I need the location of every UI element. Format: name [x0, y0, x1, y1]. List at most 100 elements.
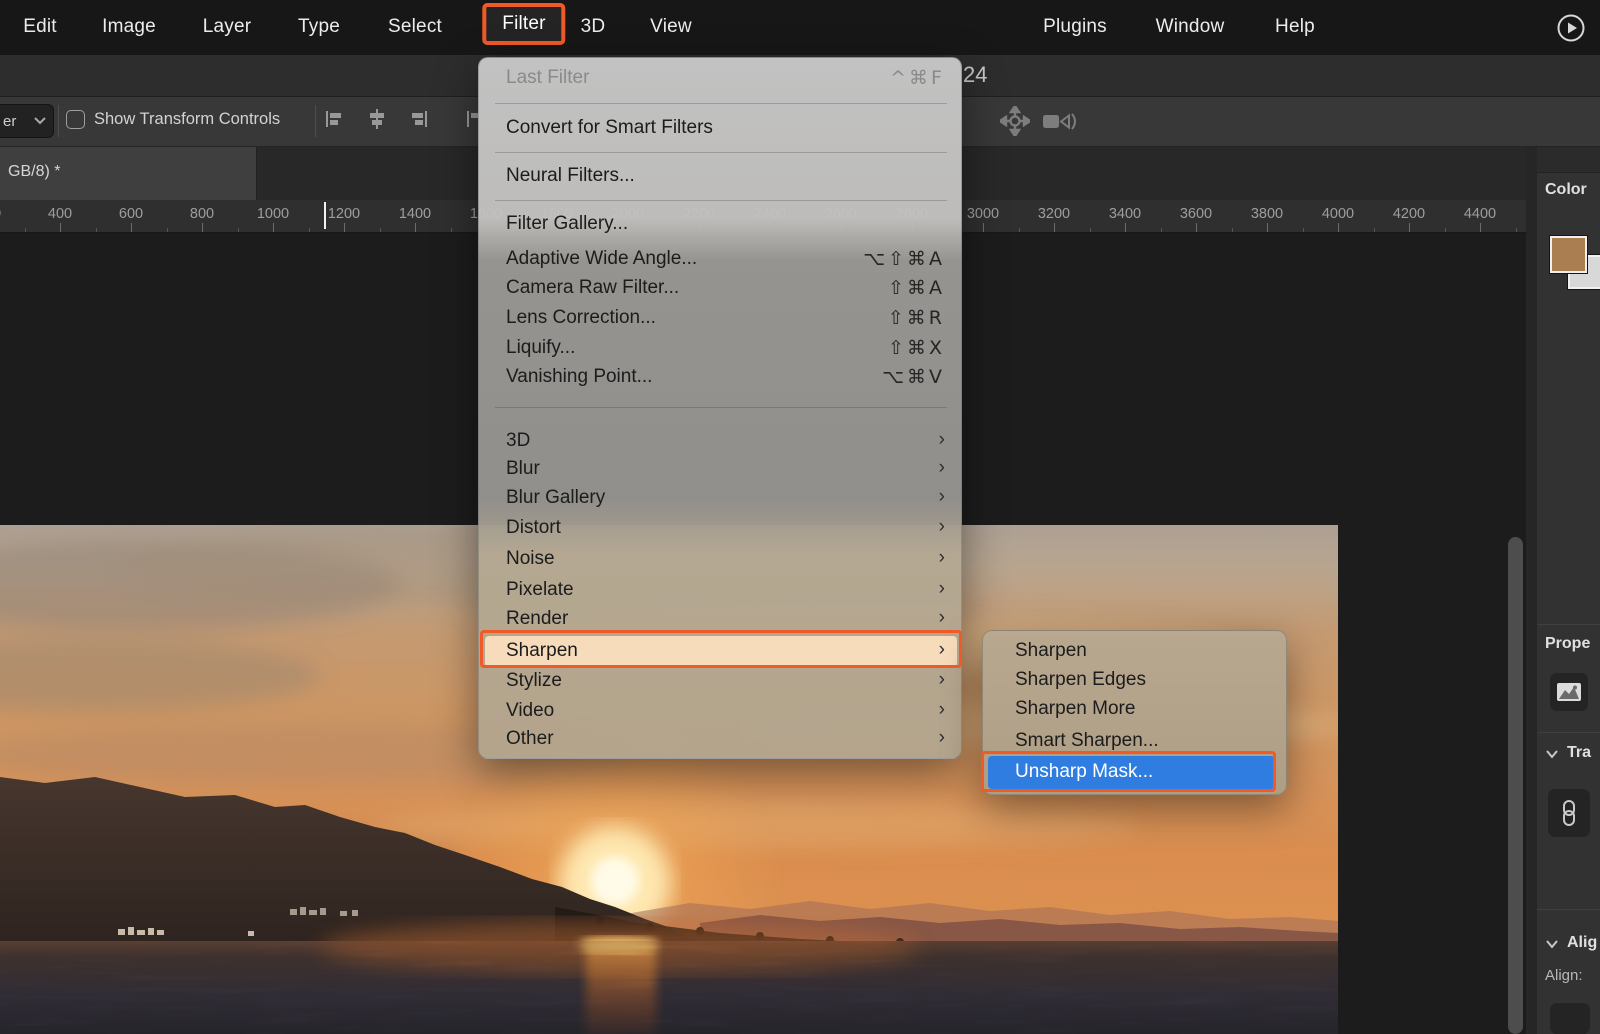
menu-separator: [495, 103, 947, 104]
submenu-item-unsharp-mask-[interactable]: Unsharp Mask...: [983, 758, 1286, 786]
menubar-item-image[interactable]: Image: [102, 16, 156, 38]
ruler-label: 4000: [1322, 206, 1354, 222]
ruler-label: 600: [119, 206, 143, 222]
ruler-tick: [983, 223, 984, 232]
filter-menu-item-noise[interactable]: Noise›: [479, 545, 961, 573]
submenu-chevron-icon: ›: [939, 426, 945, 454]
filter-menu-item-pixelate[interactable]: Pixelate›: [479, 576, 961, 604]
ruler-tick: [131, 223, 132, 232]
ruler-tick-minor: [238, 228, 239, 232]
chevron-down-icon[interactable]: [1545, 937, 1559, 951]
transform-section-header[interactable]: Tra: [1567, 744, 1591, 762]
link-dimensions-button[interactable]: [1548, 789, 1590, 837]
menu-item-label: Blur: [506, 458, 540, 479]
menu-item-shortcut: ⌥⇧⌘A: [863, 245, 945, 273]
submenu-chevron-icon: ›: [939, 666, 945, 694]
ruler-tick: [1480, 223, 1481, 232]
filter-menu-item-3d[interactable]: 3D ›: [479, 427, 961, 455]
filter-menu-item-sharpen[interactable]: Sharpen ›: [479, 637, 961, 665]
menu-item-label: 3D: [506, 430, 530, 451]
menubar-item-view[interactable]: View: [650, 16, 692, 38]
menubar-item-edit[interactable]: Edit: [23, 16, 57, 38]
align-right-edges-icon[interactable]: [408, 108, 432, 134]
ruler-tick: [1125, 223, 1126, 232]
menubar-item-select[interactable]: Select: [388, 16, 442, 38]
submenu-chevron-icon: ›: [939, 636, 945, 664]
chevron-down-icon[interactable]: [1545, 747, 1559, 761]
filter-menu-item-last-filter[interactable]: Last Filter^⌘F: [479, 64, 961, 92]
auto-select-value: er: [3, 113, 16, 130]
filter-menu-item-convert-for-smart-filters[interactable]: Convert for Smart Filters: [479, 114, 961, 142]
menubar-item-window[interactable]: Window: [1156, 16, 1225, 38]
menu-item-label: Noise: [506, 548, 555, 569]
filter-menu-item-camera-raw-filter-[interactable]: Camera Raw Filter...⇧⌘A: [479, 274, 961, 302]
menu-item-label: Render: [506, 608, 568, 629]
color-panel-header: Color: [1545, 181, 1587, 199]
play-circle-icon[interactable]: [1556, 13, 1586, 43]
filter-menu-item-distort[interactable]: Distort›: [479, 514, 961, 542]
3d-move-icon[interactable]: [1000, 106, 1024, 132]
sharpen-submenu: SharpenSharpen EdgesSharpen More Smart Sh…: [982, 630, 1287, 795]
ruler-tick-minor: [380, 228, 381, 232]
align-section-header[interactable]: Alig: [1567, 934, 1597, 952]
menu-item-label: Other: [506, 728, 554, 749]
filter-menu-item-other[interactable]: Other›: [479, 725, 961, 753]
panel-tab-strip: [1537, 147, 1600, 173]
menu-separator: [495, 407, 947, 408]
filter-menu-item-vanishing-point-[interactable]: Vanishing Point...⌥⌘V: [479, 363, 961, 391]
ruler-tick-minor: [1445, 228, 1446, 232]
menu-item-label: Neural Filters...: [506, 165, 635, 186]
menu-item-label: Sharpen: [506, 640, 578, 661]
submenu-chevron-icon: ›: [939, 604, 945, 632]
divider: [315, 105, 316, 137]
submenu-item-sharpen[interactable]: Sharpen: [983, 637, 1286, 665]
menu-item-label: Camera Raw Filter...: [506, 277, 679, 298]
ruler-label: 1000: [257, 206, 289, 222]
ruler-label: 4200: [1393, 206, 1425, 222]
filter-menu-item-render[interactable]: Render ›: [479, 605, 961, 633]
filter-menu-item-filter-gallery-[interactable]: Filter Gallery...: [479, 210, 961, 238]
3d-camera-icon[interactable]: [1042, 110, 1066, 136]
ruler-label: 1200: [328, 206, 360, 222]
ruler-tick-minor: [1090, 228, 1091, 232]
foreground-color-swatch[interactable]: [1550, 236, 1587, 273]
menubar-item-3d[interactable]: 3D: [581, 16, 606, 38]
filter-menu-item-adaptive-wide-angle-[interactable]: Adaptive Wide Angle...⌥⇧⌘A: [479, 245, 961, 273]
align-option-button[interactable]: [1550, 1003, 1590, 1034]
menu-item-label: Liquify...: [506, 337, 575, 358]
auto-select-dropdown[interactable]: er: [0, 104, 54, 138]
menubar-item-layer[interactable]: Layer: [203, 16, 252, 38]
submenu-item-smart-sharpen-[interactable]: Smart Sharpen...: [983, 727, 1286, 755]
filter-menu-item-stylize[interactable]: Stylize ›: [479, 667, 961, 695]
ruler-tick-minor: [1516, 228, 1517, 232]
submenu-item-sharpen-more[interactable]: Sharpen More: [983, 695, 1286, 723]
menubar-item-plugins[interactable]: Plugins: [1043, 16, 1107, 38]
ruler-tick-minor: [1232, 228, 1233, 232]
filter-menu-item-video[interactable]: Video›: [479, 697, 961, 725]
show-transform-controls-checkbox[interactable]: [66, 110, 85, 129]
menu-item-label: Stylize: [506, 670, 562, 691]
align-partial-icon[interactable]: [455, 108, 479, 134]
image-thumbnail-button[interactable]: [1550, 673, 1588, 711]
vertical-scrollbar[interactable]: [1508, 537, 1523, 1034]
ruler-tick: [60, 223, 61, 232]
menubar-item-filter[interactable]: Filter: [482, 3, 565, 45]
menubar-item-type[interactable]: Type: [298, 16, 340, 38]
ruler-tick: [1054, 223, 1055, 232]
align-horizontal-centers-icon[interactable]: [366, 108, 390, 134]
filter-menu-item-liquify-[interactable]: Liquify...⇧⌘X: [479, 334, 961, 362]
filter-menu-item-neural-filters-[interactable]: Neural Filters...: [479, 162, 961, 190]
menubar-item-help[interactable]: Help: [1275, 16, 1315, 38]
ruler-tick: [344, 223, 345, 232]
document-tab[interactable]: GB/8) *: [0, 147, 257, 200]
filter-menu-item-blur-gallery[interactable]: Blur Gallery›: [479, 484, 961, 512]
ruler-label: 4400: [1464, 206, 1496, 222]
submenu-item-sharpen-edges[interactable]: Sharpen Edges: [983, 666, 1286, 694]
filter-menu: Last Filter^⌘F Convert for Smart Filters N…: [478, 57, 962, 759]
ruler-tick-minor: [451, 228, 452, 232]
align-left-edges-icon[interactable]: [323, 108, 347, 134]
submenu-chevron-icon: ›: [939, 513, 945, 541]
ruler-tick-minor: [25, 228, 26, 232]
filter-menu-item-lens-correction-[interactable]: Lens Correction...⇧⌘R: [479, 304, 961, 332]
filter-menu-item-blur[interactable]: Blur›: [479, 455, 961, 483]
